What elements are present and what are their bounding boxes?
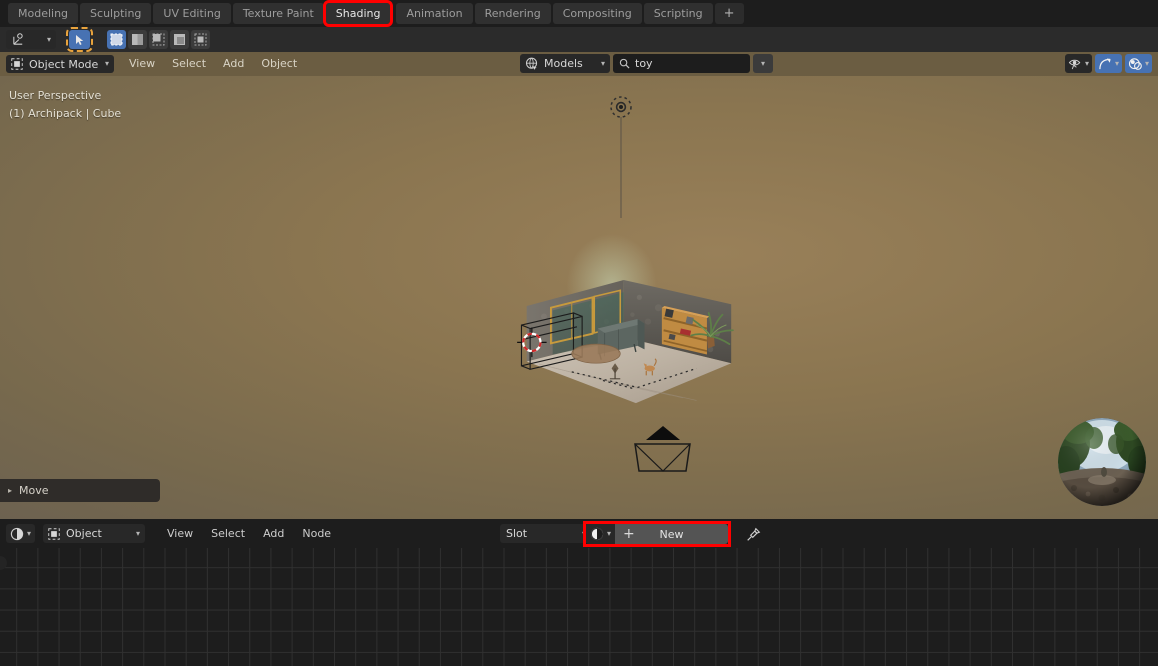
add-workspace-button[interactable]: + (714, 3, 744, 24)
shader-type-label: Object (66, 527, 102, 540)
expand-arrow-icon: ▸ (8, 486, 13, 495)
material-slot-label: Slot (506, 527, 528, 540)
workspace-tab-modeling[interactable]: Modeling (8, 3, 79, 24)
workspace-tab-sculpting[interactable]: Sculpting (80, 3, 152, 24)
new-material-label: New (659, 527, 684, 541)
chevron-down-icon: ▾ (104, 59, 109, 68)
object-icon (48, 527, 60, 540)
shader-menu-node[interactable]: Node (294, 524, 339, 543)
workspace-tab-rendering[interactable]: Rendering (474, 3, 551, 24)
operator-name-label: Move (19, 484, 49, 497)
material-selector-group: ▾ + New (582, 521, 732, 547)
workspace-tab-texture-paint[interactable]: Texture Paint (232, 3, 324, 24)
viewport-menu-add[interactable]: Add (216, 55, 251, 73)
chevron-down-icon: ▾ (136, 528, 141, 538)
asset-library-icon (525, 57, 539, 71)
viewport-info-overlay: User Perspective (1) Archipack | Cube (9, 87, 121, 123)
asset-search-input[interactable]: toy (613, 54, 750, 73)
select-mode-intersect[interactable] (191, 30, 210, 49)
workspace-tab-scripting[interactable]: Scripting (643, 3, 713, 24)
blender-window: Modeling Sculpting UV Editing Texture Pa… (0, 0, 1158, 666)
asset-search-group: Models ▾ toy ▾ (520, 54, 773, 73)
point-light-gizmo (610, 96, 632, 218)
workspace-tab-shading[interactable]: Shading (322, 0, 394, 27)
new-material-button[interactable]: + New (615, 524, 729, 544)
chevron-down-icon: ▾ (1114, 58, 1119, 68)
select-mode-extend[interactable] (128, 30, 147, 49)
editor-type-dropdown[interactable]: ▾ (6, 524, 36, 543)
chevron-down-icon: ▾ (1084, 58, 1089, 68)
transform-gizmo-icon (11, 32, 26, 47)
viewport-menu-object[interactable]: Object (254, 55, 304, 73)
shader-type-dropdown[interactable]: Object ▾ (43, 524, 146, 543)
camera-object (634, 426, 691, 472)
eye-icon (1068, 57, 1083, 70)
viewport-menu-view[interactable]: View (122, 55, 162, 73)
viewport-perspective-label: User Perspective (9, 89, 102, 102)
chevron-down-icon: ▾ (600, 58, 605, 68)
workspace-tab-bar: Modeling Sculpting UV Editing Texture Pa… (0, 0, 1158, 27)
gizmo-toggle[interactable]: ▾ (1094, 54, 1122, 73)
material-browse-icon (590, 527, 604, 541)
overlays-icon (1128, 57, 1143, 71)
select-mode-invert[interactable] (170, 30, 189, 49)
shader-editor-icon (10, 527, 24, 541)
pin-id-button[interactable] (744, 525, 762, 543)
asset-library-label: Models (544, 57, 583, 70)
cursor-arrow-icon (75, 34, 85, 46)
shader-editor-canvas[interactable] (0, 548, 1158, 666)
tool-header: ▾ (0, 27, 1158, 76)
chevron-down-icon: ▾ (607, 529, 612, 538)
chevron-down-icon: ▾ (27, 528, 32, 538)
gizmo-icon (1098, 57, 1113, 71)
object-mode-icon (11, 58, 23, 70)
shader-menu-view[interactable]: View (159, 524, 201, 543)
viewport-menu-select[interactable]: Select (165, 55, 213, 73)
chevron-down-icon: ▾ (760, 58, 765, 68)
asset-search-value: toy (635, 57, 653, 70)
workspace-tab-animation[interactable]: Animation (396, 3, 473, 24)
chevron-down-icon: ▾ (1144, 58, 1149, 68)
search-icon (619, 58, 630, 69)
viewport-toggle-group: ▾ ▾ ▾ (1064, 54, 1152, 73)
plus-icon: + (623, 526, 635, 542)
select-mode-box[interactable] (107, 30, 126, 49)
workspace-tab-compositing[interactable]: Compositing (552, 3, 642, 24)
browse-material-dropdown[interactable]: ▾ (586, 524, 616, 544)
select-mode-subtract[interactable] (149, 30, 168, 49)
hdri-preview-sphere[interactable] (1058, 418, 1146, 506)
interaction-mode-label: Object Mode (29, 57, 99, 71)
shader-menu-select[interactable]: Select (203, 524, 253, 543)
material-slot-dropdown[interactable]: Slot ▾ (500, 524, 592, 543)
workspace-tab-uv-editing[interactable]: UV Editing (153, 3, 231, 24)
asset-filter-dropdown[interactable]: ▾ (753, 54, 773, 73)
asset-library-dropdown[interactable]: Models ▾ (520, 54, 610, 73)
shader-menu-add[interactable]: Add (255, 524, 292, 543)
object-visibility-toggle[interactable]: ▾ (1064, 54, 1092, 73)
3d-viewport[interactable]: User Perspective (1) Archipack | Cube ▸ … (0, 76, 1158, 519)
node-editor-corner-marker (0, 556, 7, 570)
transform-gizmo-dropdown[interactable]: ▾ (6, 30, 56, 49)
overlays-toggle[interactable]: ▾ (1124, 54, 1152, 73)
operator-redo-panel[interactable]: ▸ Move (0, 479, 160, 502)
select-mode-group (107, 30, 210, 49)
interaction-mode-dropdown[interactable]: Object Mode ▾ (6, 55, 114, 73)
viewport-active-object-label: (1) Archipack | Cube (9, 107, 122, 120)
chevron-down-icon: ▾ (46, 34, 51, 44)
tweak-tool-button[interactable] (66, 27, 93, 52)
